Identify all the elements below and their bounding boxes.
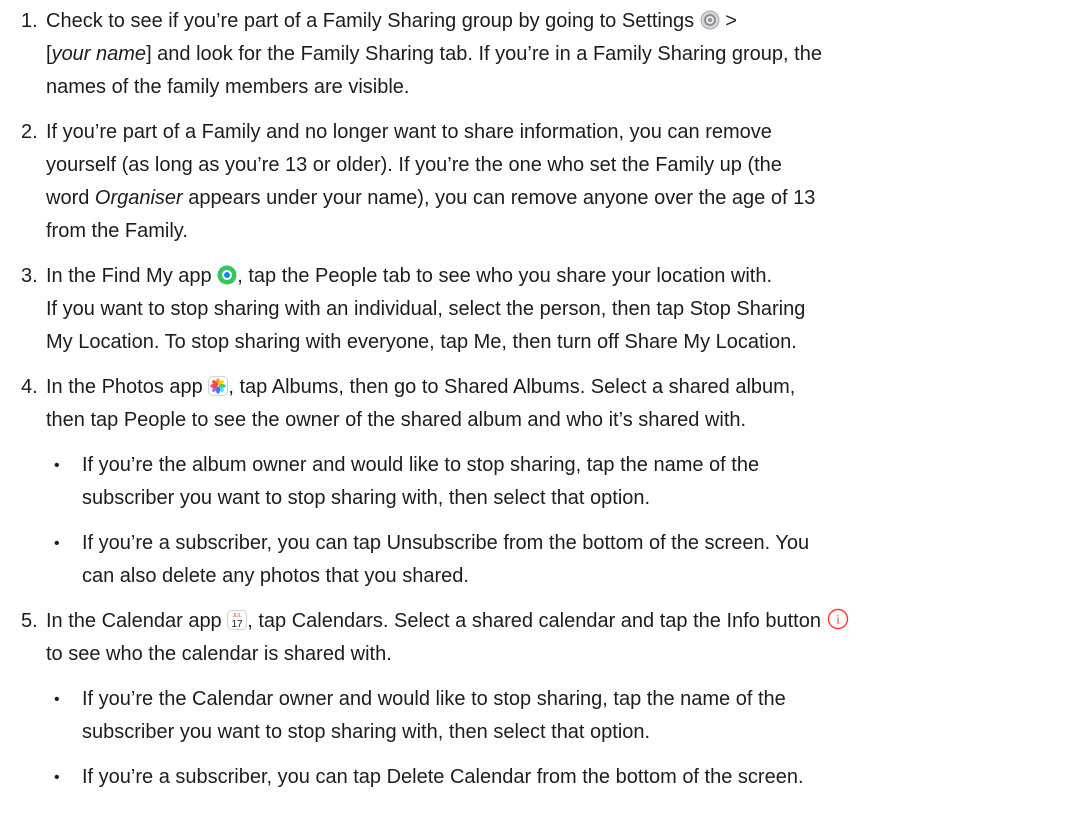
- info-circle-icon: i: [827, 608, 849, 641]
- text-line: In the Calendar app JUL 17, tap Calendars…: [46, 605, 1076, 638]
- step-number: 5.: [21, 610, 38, 632]
- text-line: If you’re the album owner and would like…: [82, 454, 760, 476]
- instructions-document: 1. Check to see if you’re part of a Fami…: [0, 0, 1081, 836]
- step-number: 1.: [21, 10, 38, 32]
- step-text: Check to see if you’re part of a Family …: [46, 5, 1076, 104]
- text-line: If you’re a subscriber, you can tap Dele…: [82, 766, 804, 788]
- text-line: then tap People to see the owner of the …: [46, 409, 747, 431]
- step-text: If you’re part of a Family and no longer…: [46, 116, 1076, 248]
- bullet-text: If you’re a subscriber, you can tap Unsu…: [82, 527, 1072, 593]
- bullet-text: If you’re a subscriber, you can tap Dele…: [82, 761, 1072, 794]
- photos-flower-icon: [208, 374, 229, 407]
- bullet-glyph: •: [54, 769, 60, 786]
- step-number: 2.: [21, 121, 38, 143]
- text-line: to see who the calendar is shared with.: [46, 643, 392, 665]
- text-line: If you’re the Calendar owner and would l…: [82, 688, 786, 710]
- text-line: If you want to stop sharing with an indi…: [46, 298, 806, 320]
- step-text: In the Find My app , tap the People tab …: [46, 260, 1076, 359]
- bullet-text: If you’re the Calendar owner and would l…: [82, 683, 1072, 749]
- text-line: from the Family.: [46, 220, 188, 242]
- step-text: In the Calendar app JUL 17, tap Calendars…: [46, 605, 1076, 671]
- calendar-day: 17: [232, 619, 244, 630]
- text-line: My Location. To stop sharing with everyo…: [46, 331, 797, 353]
- bullet-glyph: •: [54, 457, 60, 474]
- calendar-icon: JUL 17: [227, 608, 248, 641]
- text-line: In the Find My app , tap the People tab …: [46, 260, 1076, 293]
- text-line: In the Photos app , tap Albums, then go …: [46, 371, 1076, 404]
- text-line: can also delete any photos that you shar…: [82, 565, 469, 587]
- step-number: 4.: [21, 376, 38, 398]
- settings-gear-icon: [700, 8, 720, 41]
- bullet-glyph: •: [54, 691, 60, 708]
- bullet-text: If you’re the album owner and would like…: [82, 449, 1072, 515]
- text-line: Check to see if you’re part of a Family …: [46, 5, 1076, 38]
- info-glyph: i: [836, 612, 840, 627]
- text-line: yourself (as long as you’re 13 or older)…: [46, 154, 782, 176]
- text-line: word Organiser appears under your name),…: [46, 187, 816, 209]
- text-line: names of the family members are visible.: [46, 76, 410, 98]
- step-number: 3.: [21, 265, 38, 287]
- text-line: subscriber you want to stop sharing with…: [82, 487, 651, 509]
- text-line: If you’re part of a Family and no longer…: [46, 121, 772, 143]
- text-line: If you’re a subscriber, you can tap Unsu…: [82, 532, 810, 554]
- text-line: [your name] and look for the Family Shar…: [46, 43, 822, 65]
- step-text: In the Photos app , tap Albums, then go …: [46, 371, 1076, 437]
- bullet-glyph: •: [54, 535, 60, 552]
- find-my-icon: [217, 263, 237, 296]
- text-line: subscriber you want to stop sharing with…: [82, 721, 651, 743]
